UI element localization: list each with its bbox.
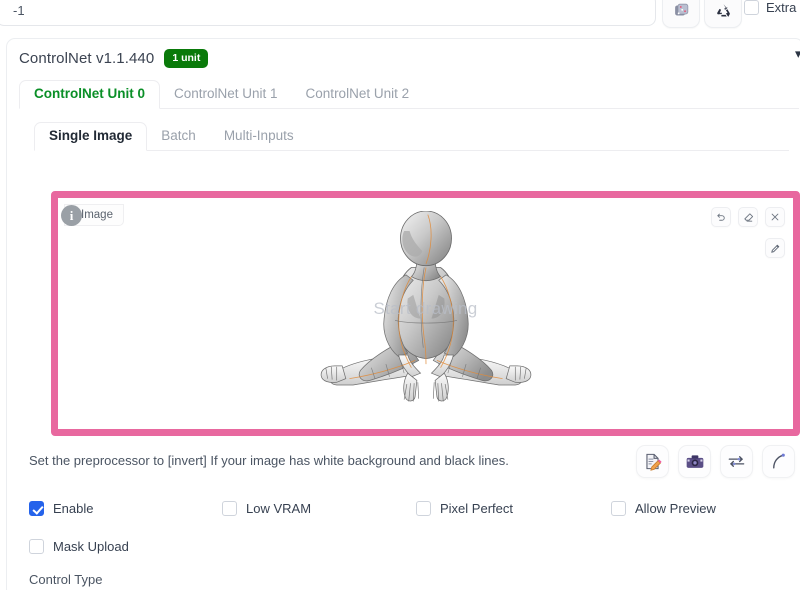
tab-controlnet-unit-1[interactable]: ControlNet Unit 1 xyxy=(160,81,292,108)
mask-upload-checkbox-row[interactable]: Mask Upload xyxy=(29,539,129,554)
controlnet-panel: ControlNet v1.1.440 1 unit ▾ ControlNet … xyxy=(6,38,800,590)
enable-checkbox[interactable] xyxy=(29,501,44,516)
swap-arrows-icon[interactable] xyxy=(720,445,753,478)
enable-label: Enable xyxy=(53,501,94,516)
tab-controlnet-unit-0[interactable]: ControlNet Unit 0 xyxy=(19,80,160,109)
allow-preview-checkbox-row[interactable]: Allow Preview xyxy=(611,501,716,516)
close-icon[interactable] xyxy=(765,207,785,227)
tab-single-image[interactable]: Single Image xyxy=(34,122,148,151)
recycle-icon[interactable] xyxy=(704,0,742,28)
pen-icon[interactable] xyxy=(765,238,785,258)
preprocessor-hint: Set the preprocessor to [invert] If your… xyxy=(29,453,509,468)
low-vram-checkbox[interactable] xyxy=(222,501,237,516)
allow-preview-label: Allow Preview xyxy=(635,501,716,516)
pixel-perfect-checkbox-row[interactable]: Pixel Perfect xyxy=(416,501,513,516)
mannequin-figure xyxy=(58,198,793,429)
seed-value: -1 xyxy=(13,2,25,18)
image-action-buttons xyxy=(636,445,795,478)
screen-root: -1 Extra ControlNet v1.1.440 1 unit ▾ Co… xyxy=(0,0,800,590)
mask-upload-label: Mask Upload xyxy=(53,539,129,554)
undo-icon[interactable] xyxy=(711,207,731,227)
camera-icon[interactable] xyxy=(678,445,711,478)
tab-controlnet-unit-2[interactable]: ControlNet Unit 2 xyxy=(292,81,424,108)
controlnet-header: ControlNet v1.1.440 1 unit xyxy=(19,49,209,68)
mask-upload-checkbox[interactable] xyxy=(29,539,44,554)
tab-batch[interactable]: Batch xyxy=(147,123,210,150)
edit-note-icon[interactable] xyxy=(636,445,669,478)
extra-label: Extra xyxy=(766,0,797,15)
seed-row: -1 Extra xyxy=(0,0,800,30)
info-icon[interactable]: i xyxy=(61,205,82,226)
control-type-label: Control Type xyxy=(29,572,103,587)
seed-input[interactable]: -1 xyxy=(0,0,656,26)
chevron-down-icon[interactable]: ▾ xyxy=(795,47,800,61)
pixel-perfect-label: Pixel Perfect xyxy=(440,501,513,516)
page-title: ControlNet v1.1.440 xyxy=(19,49,155,67)
extra-checkbox[interactable] xyxy=(744,0,759,15)
allow-preview-checkbox[interactable] xyxy=(611,501,626,516)
eraser-icon[interactable] xyxy=(738,207,758,227)
tab-multi-inputs[interactable]: Multi-Inputs xyxy=(210,123,308,150)
pixel-perfect-checkbox[interactable] xyxy=(416,501,431,516)
enable-checkbox-row[interactable]: Enable xyxy=(29,501,93,516)
image-label-text: Image xyxy=(81,209,113,221)
image-drop-area[interactable]: Image i Start drawing xyxy=(51,191,800,436)
unit-tabs: ControlNet Unit 0 ControlNet Unit 1 Cont… xyxy=(19,79,799,109)
status-badge: 1 unit xyxy=(164,49,209,68)
dice-icon[interactable] xyxy=(662,0,700,28)
extra-checkbox-row[interactable]: Extra xyxy=(744,0,796,15)
low-vram-label: Low VRAM xyxy=(246,501,312,516)
mode-tabs: Single Image Batch Multi-Inputs xyxy=(34,121,789,151)
curve-icon[interactable] xyxy=(762,445,795,478)
low-vram-checkbox-row[interactable]: Low VRAM xyxy=(222,501,311,516)
image-tool-row xyxy=(711,207,785,227)
